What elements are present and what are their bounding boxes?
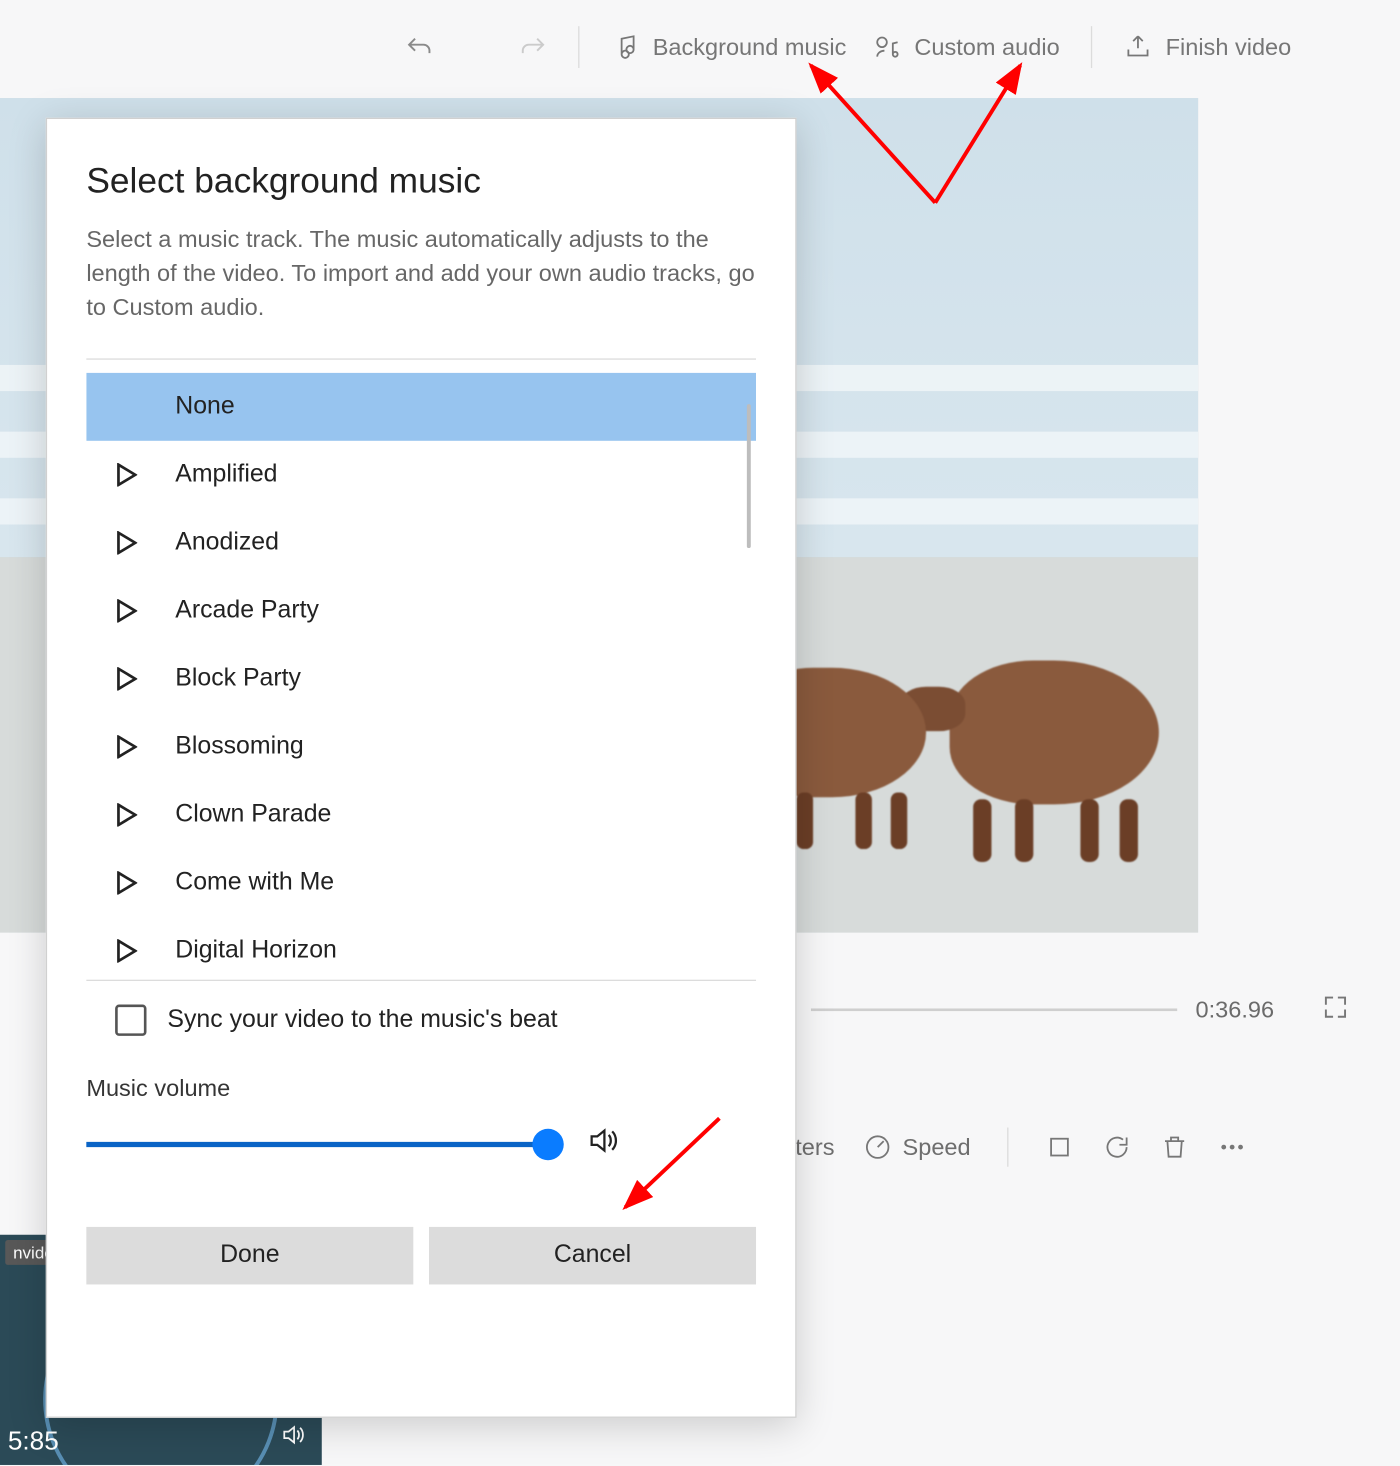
custom-audio-button[interactable]: Custom audio <box>859 22 1072 72</box>
sound-icon <box>280 1422 306 1455</box>
track-row[interactable]: Blossoming <box>86 713 756 781</box>
cancel-button[interactable]: Cancel <box>429 1227 756 1285</box>
custom-audio-icon <box>873 33 902 62</box>
track-row[interactable]: Anodized <box>86 509 756 577</box>
more-icon <box>1218 1133 1247 1162</box>
play-icon[interactable] <box>115 531 139 555</box>
done-button[interactable]: Done <box>86 1227 413 1285</box>
play-icon[interactable] <box>115 940 139 964</box>
play-icon[interactable] <box>115 735 139 759</box>
track-row[interactable]: Clown Parade <box>86 781 756 849</box>
redo-button[interactable] <box>505 22 560 72</box>
crop-button[interactable] <box>1045 1133 1074 1162</box>
play-icon[interactable] <box>115 803 139 827</box>
toolbar-divider <box>1091 26 1092 68</box>
track-row[interactable]: Come with Me <box>86 849 756 917</box>
sync-beat-label: Sync your video to the music's beat <box>167 1006 557 1035</box>
finish-video-label: Finish video <box>1166 33 1292 60</box>
track-row[interactable]: Digital Horizon <box>86 917 756 967</box>
timeline-duration: 0:36.96 <box>1196 996 1275 1023</box>
track-name: Come with Me <box>175 869 334 898</box>
play-icon[interactable] <box>115 599 139 623</box>
crop-icon <box>1045 1133 1074 1162</box>
volume-max-icon <box>586 1124 620 1165</box>
toolbar-divider <box>1007 1127 1008 1166</box>
undo-icon <box>405 33 434 62</box>
dialog-description: Select a music track. The music automati… <box>86 222 756 324</box>
background-music-label: Background music <box>653 33 847 60</box>
background-music-dialog: Select background music Select a music t… <box>46 118 797 1418</box>
trash-icon <box>1160 1133 1189 1162</box>
timeline-track[interactable] <box>811 1008 1177 1011</box>
play-icon[interactable] <box>115 871 139 895</box>
play-icon[interactable] <box>115 667 139 691</box>
sync-beat-checkbox[interactable] <box>115 1005 146 1036</box>
more-button[interactable] <box>1218 1133 1247 1162</box>
speed-button[interactable]: Speed <box>863 1133 970 1162</box>
fullscreen-icon[interactable] <box>1321 992 1350 1027</box>
custom-audio-label: Custom audio <box>914 33 1059 60</box>
track-name: Amplified <box>175 461 277 490</box>
undo-button[interactable] <box>392 22 447 72</box>
track-name: Block Party <box>175 665 301 694</box>
track-list[interactable]: None Amplified Anodized Arcade Party Block P… <box>86 373 756 967</box>
dialog-title: Select background music <box>86 161 756 202</box>
track-row[interactable]: Amplified <box>86 441 756 509</box>
background-music-button[interactable]: Background music <box>598 22 860 72</box>
top-toolbar: Background music Custom audio Finish vid… <box>0 0 1400 94</box>
speed-label: Speed <box>903 1133 971 1160</box>
delete-button[interactable] <box>1160 1133 1189 1162</box>
toolbar-divider <box>578 26 579 68</box>
divider <box>86 359 756 360</box>
play-icon[interactable] <box>115 463 139 487</box>
track-name: Digital Horizon <box>175 937 337 966</box>
volume-slider[interactable] <box>86 1135 557 1153</box>
track-row[interactable]: None <box>86 373 756 441</box>
volume-label: Music volume <box>86 1076 756 1103</box>
track-row[interactable]: Arcade Party <box>86 577 756 645</box>
finish-video-button[interactable]: Finish video <box>1111 22 1305 72</box>
track-name: Clown Parade <box>175 801 331 830</box>
track-name: Anodized <box>175 529 279 558</box>
rotate-button[interactable] <box>1103 1133 1132 1162</box>
track-name: None <box>175 393 234 422</box>
track-name: Arcade Party <box>175 597 319 626</box>
track-row[interactable]: Block Party <box>86 645 756 713</box>
sync-beat-row: Sync your video to the music's beat <box>86 1005 756 1036</box>
export-icon <box>1124 33 1153 62</box>
speed-icon <box>863 1133 892 1162</box>
track-name: Blossoming <box>175 733 303 762</box>
scrollbar[interactable] <box>747 405 751 549</box>
redo-icon <box>518 33 547 62</box>
divider <box>86 980 756 981</box>
clip-duration: 5:85 <box>8 1427 59 1457</box>
rotate-icon <box>1103 1133 1132 1162</box>
music-note-icon <box>611 33 640 62</box>
